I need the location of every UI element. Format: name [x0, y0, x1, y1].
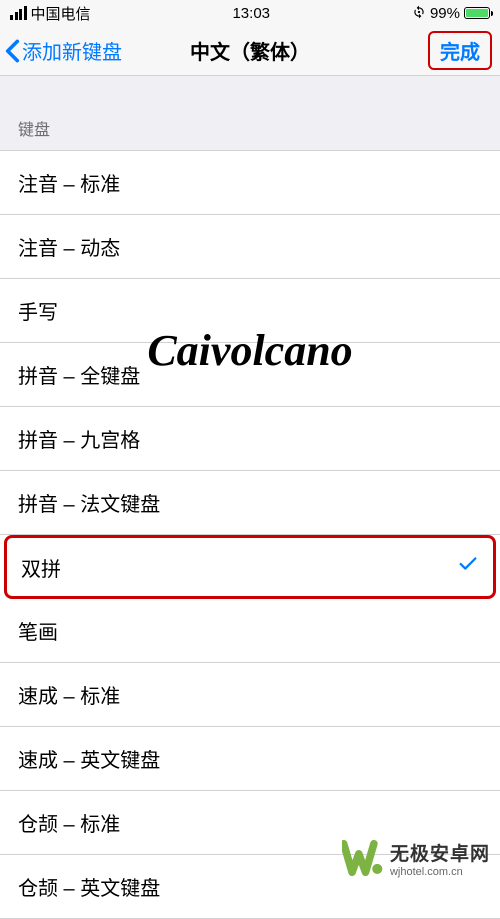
list-item-label: 手写	[18, 296, 58, 325]
list-item[interactable]: 注音 – 动态	[0, 215, 500, 279]
section-header: 键盘	[0, 76, 500, 150]
list-item[interactable]: 仓颉 – 标准	[0, 791, 500, 855]
list-item-label: 仓颉 – 英文键盘	[18, 872, 160, 901]
list-item-label: 注音 – 标准	[18, 168, 120, 197]
chevron-left-icon	[5, 39, 20, 63]
list-item-label: 仓颉 – 标准	[18, 808, 120, 837]
list-item[interactable]: 注音 – 标准	[0, 151, 500, 215]
list-item[interactable]: 速成 – 英文键盘	[0, 727, 500, 791]
status-right: 99%	[412, 5, 490, 22]
nav-bar: 添加新键盘 中文（繁体） 完成	[0, 26, 500, 76]
list-item[interactable]: 拼音 – 全键盘	[0, 343, 500, 407]
list-item[interactable]: 笔画	[0, 599, 500, 663]
list-item-label: 拼音 – 全键盘	[18, 360, 140, 389]
done-highlight: 完成	[428, 31, 492, 70]
list-item-label: 拼音 – 法文键盘	[18, 488, 160, 517]
checkmark-icon	[457, 553, 479, 581]
back-label: 添加新键盘	[22, 36, 122, 65]
list-item[interactable]: 仓颉 – 英文键盘	[0, 855, 500, 919]
content: 键盘 注音 – 标准 注音 – 动态 手写 拼音 – 全键盘 拼音 – 九宫格 …	[0, 76, 500, 919]
list-item-label: 速成 – 英文键盘	[18, 744, 160, 773]
rotation-lock-icon	[412, 5, 426, 22]
signal-icon	[10, 6, 27, 20]
list-item-selected[interactable]: 双拼	[4, 535, 496, 599]
status-left: 中国电信	[10, 3, 91, 24]
status-time: 13:03	[232, 5, 270, 22]
carrier-label: 中国电信	[31, 3, 91, 24]
list-item[interactable]: 拼音 – 九宫格	[0, 407, 500, 471]
back-button[interactable]: 添加新键盘	[5, 36, 122, 65]
list-item-label: 拼音 – 九宫格	[18, 424, 140, 453]
list-item[interactable]: 手写	[0, 279, 500, 343]
list-item[interactable]: 速成 – 标准	[0, 663, 500, 727]
page-title: 中文（繁体）	[190, 36, 310, 65]
list-item-label: 笔画	[18, 616, 58, 645]
list-item-label: 双拼	[21, 553, 61, 582]
done-button[interactable]: 完成	[434, 34, 486, 67]
list-item[interactable]: 拼音 – 法文键盘	[0, 471, 500, 535]
battery-pct: 99%	[430, 5, 460, 22]
list-item-label: 注音 – 动态	[18, 232, 120, 261]
status-bar: 中国电信 13:03 99%	[0, 0, 500, 26]
keyboard-list: 注音 – 标准 注音 – 动态 手写 拼音 – 全键盘 拼音 – 九宫格 拼音 …	[0, 150, 500, 919]
list-item-label: 速成 – 标准	[18, 680, 120, 709]
battery-icon	[464, 7, 490, 19]
